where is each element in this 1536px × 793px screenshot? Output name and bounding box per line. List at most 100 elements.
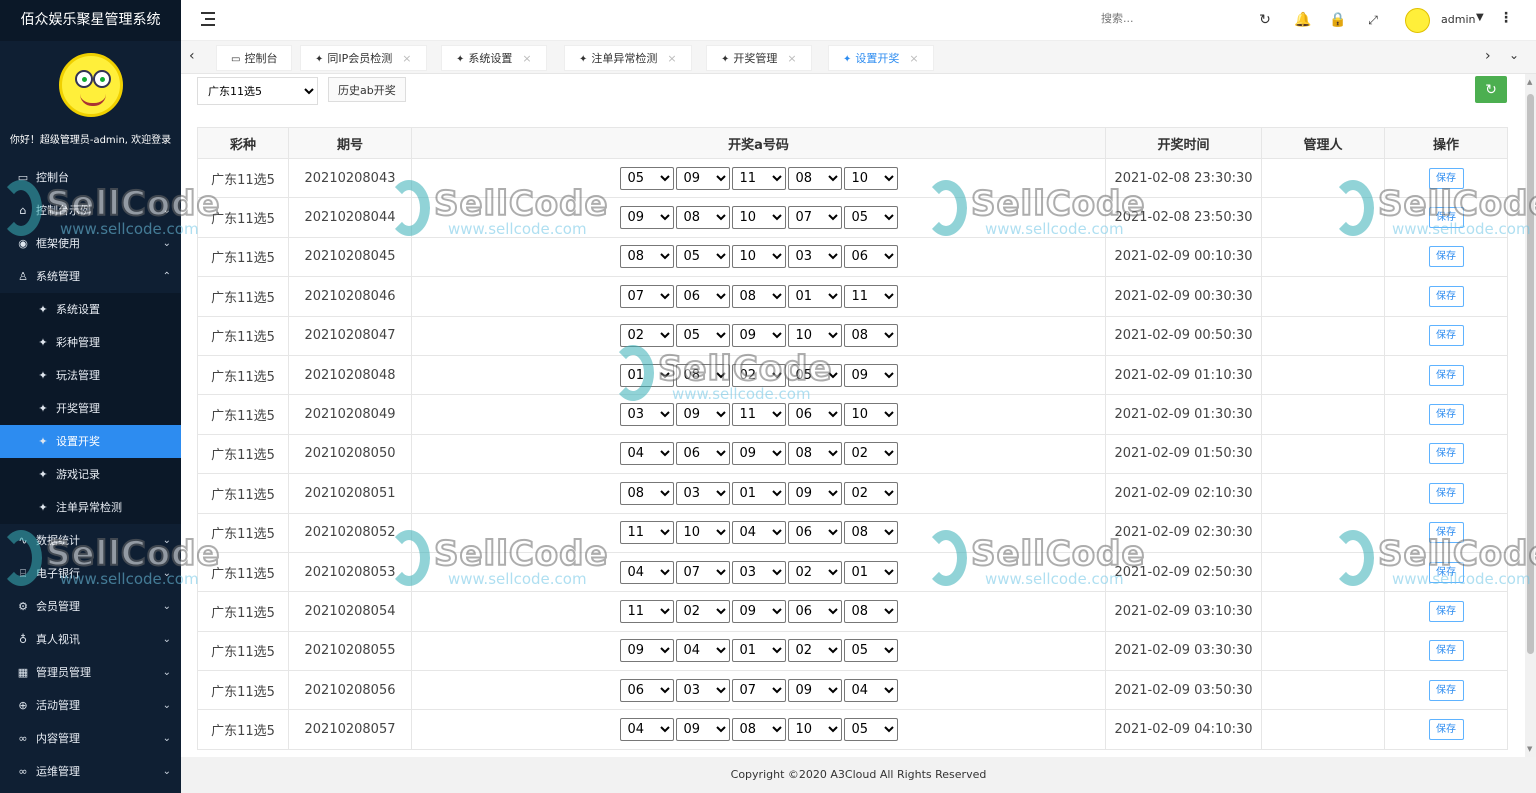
number-select[interactable]: 07 bbox=[731, 678, 786, 702]
tab[interactable]: ✦ 设置开奖 × bbox=[828, 45, 934, 71]
user-name[interactable]: admin bbox=[1441, 13, 1475, 26]
sidebar-item[interactable]: ∞ 内容管理 ⌄ bbox=[0, 722, 181, 755]
number-select[interactable]: 11 bbox=[731, 166, 786, 190]
number-select[interactable]: 05 bbox=[787, 363, 842, 387]
save-button[interactable]: 保存 bbox=[1428, 600, 1464, 622]
sidebar-item[interactable]: ⚙ 会员管理 ⌄ bbox=[0, 590, 181, 623]
number-select[interactable]: 03 bbox=[619, 403, 674, 427]
more-icon[interactable]: ⋮ bbox=[1499, 10, 1513, 26]
number-select[interactable]: 06 bbox=[787, 599, 842, 623]
sidebar-item[interactable]: ⌂ 控制台示例 ⌄ bbox=[0, 194, 181, 227]
number-select[interactable]: 02 bbox=[843, 442, 898, 466]
number-select[interactable]: 08 bbox=[843, 324, 898, 348]
number-select[interactable]: 08 bbox=[619, 245, 674, 269]
save-button[interactable]: 保存 bbox=[1428, 443, 1464, 465]
number-select[interactable]: 04 bbox=[619, 718, 674, 742]
save-button[interactable]: 保存 bbox=[1428, 522, 1464, 544]
avatar[interactable] bbox=[58, 53, 123, 117]
number-select[interactable]: 10 bbox=[843, 166, 898, 190]
number-select[interactable]: 01 bbox=[843, 560, 898, 584]
tab[interactable]: ✦ 系统设置 × bbox=[441, 45, 547, 71]
chevron-down-icon[interactable]: ⌄ bbox=[163, 227, 171, 260]
number-select[interactable]: 08 bbox=[843, 521, 898, 545]
number-select[interactable]: 01 bbox=[619, 363, 674, 387]
history-ab-button[interactable]: 历史ab开奖 bbox=[328, 77, 406, 102]
number-select[interactable]: 06 bbox=[675, 284, 730, 308]
number-select[interactable]: 09 bbox=[731, 324, 786, 348]
number-select[interactable]: 10 bbox=[731, 245, 786, 269]
sidebar-item[interactable]: ♙ 系统管理 ⌃ bbox=[0, 260, 181, 293]
number-select[interactable]: 06 bbox=[787, 521, 842, 545]
number-select[interactable]: 02 bbox=[619, 324, 674, 348]
vertical-scrollbar[interactable]: ▲ ▼ bbox=[1525, 74, 1536, 757]
number-select[interactable]: 05 bbox=[843, 639, 898, 663]
number-select[interactable]: 05 bbox=[675, 324, 730, 348]
save-button[interactable]: 保存 bbox=[1428, 207, 1464, 229]
number-select[interactable]: 01 bbox=[787, 284, 842, 308]
sidebar-item[interactable]: ✦ 彩种管理 bbox=[0, 326, 181, 359]
number-select[interactable]: 06 bbox=[843, 245, 898, 269]
number-select[interactable]: 01 bbox=[731, 481, 786, 505]
number-select[interactable]: 02 bbox=[787, 639, 842, 663]
close-icon[interactable]: × bbox=[522, 52, 531, 65]
number-select[interactable]: 03 bbox=[675, 481, 730, 505]
sidebar-item[interactable]: ♁ 真人视讯 ⌄ bbox=[0, 623, 181, 656]
number-select[interactable]: 01 bbox=[731, 639, 786, 663]
number-select[interactable]: 03 bbox=[675, 678, 730, 702]
sidebar-item[interactable]: ✦ 开奖管理 bbox=[0, 392, 181, 425]
number-select[interactable]: 10 bbox=[787, 324, 842, 348]
search-input[interactable] bbox=[1101, 12, 1201, 25]
save-button[interactable]: 保存 bbox=[1428, 364, 1464, 386]
number-select[interactable]: 09 bbox=[787, 481, 842, 505]
lock-icon[interactable]: 🔒 bbox=[1329, 11, 1347, 29]
sidebar-item[interactable]: ⌸ 电子银行 ⌄ bbox=[0, 557, 181, 590]
number-select[interactable]: 02 bbox=[843, 481, 898, 505]
number-select[interactable]: 08 bbox=[731, 718, 786, 742]
number-select[interactable]: 10 bbox=[675, 521, 730, 545]
sidebar-item[interactable]: ✦ 系统设置 bbox=[0, 293, 181, 326]
sidebar-item[interactable]: ▭ 控制台 bbox=[0, 161, 181, 194]
number-select[interactable]: 03 bbox=[731, 560, 786, 584]
number-select[interactable]: 07 bbox=[787, 206, 842, 230]
tab-prev-icon[interactable]: ‹ bbox=[189, 48, 195, 64]
number-select[interactable]: 09 bbox=[787, 678, 842, 702]
number-select[interactable]: 08 bbox=[619, 481, 674, 505]
number-select[interactable]: 11 bbox=[619, 521, 674, 545]
chevron-down-icon[interactable]: ⌄ bbox=[163, 623, 171, 656]
number-select[interactable]: 10 bbox=[787, 718, 842, 742]
number-select[interactable]: 04 bbox=[675, 639, 730, 663]
chevron-down-icon[interactable]: ⌄ bbox=[163, 656, 171, 689]
scroll-up-icon[interactable]: ▲ bbox=[1527, 78, 1532, 86]
save-button[interactable]: 保存 bbox=[1428, 167, 1464, 189]
number-select[interactable]: 08 bbox=[787, 442, 842, 466]
sidebar-item[interactable]: ✦ 注单异常检测 bbox=[0, 491, 181, 524]
bell-icon[interactable]: 🔔 bbox=[1294, 11, 1312, 29]
save-button[interactable]: 保存 bbox=[1428, 404, 1464, 426]
sidebar-item[interactable]: ⊕ 活动管理 ⌄ bbox=[0, 689, 181, 722]
save-button[interactable]: 保存 bbox=[1428, 246, 1464, 268]
number-select[interactable]: 06 bbox=[619, 678, 674, 702]
chevron-up-icon[interactable]: ⌃ bbox=[163, 260, 171, 293]
number-select[interactable]: 09 bbox=[675, 718, 730, 742]
number-select[interactable]: 03 bbox=[787, 245, 842, 269]
chevron-down-icon[interactable]: ⌄ bbox=[163, 590, 171, 623]
save-button[interactable]: 保存 bbox=[1428, 285, 1464, 307]
tab-next-icon[interactable]: › bbox=[1485, 48, 1491, 64]
chevron-down-icon[interactable]: ⌄ bbox=[163, 524, 171, 557]
number-select[interactable]: 04 bbox=[619, 442, 674, 466]
number-select[interactable]: 05 bbox=[619, 166, 674, 190]
number-select[interactable]: 08 bbox=[787, 166, 842, 190]
fullscreen-icon[interactable]: ⤢ bbox=[1364, 11, 1382, 29]
sidebar-item[interactable]: ◉ 框架使用 ⌄ bbox=[0, 227, 181, 260]
number-select[interactable]: 09 bbox=[675, 403, 730, 427]
sidebar-item[interactable]: ▦ 管理员管理 ⌄ bbox=[0, 656, 181, 689]
number-select[interactable]: 02 bbox=[675, 599, 730, 623]
number-select[interactable]: 05 bbox=[843, 718, 898, 742]
number-select[interactable]: 06 bbox=[675, 442, 730, 466]
number-select[interactable]: 09 bbox=[731, 442, 786, 466]
close-icon[interactable]: × bbox=[402, 52, 411, 65]
sidebar-item[interactable]: ✦ 玩法管理 bbox=[0, 359, 181, 392]
number-select[interactable]: 09 bbox=[619, 206, 674, 230]
number-select[interactable]: 02 bbox=[731, 363, 786, 387]
chevron-down-icon[interactable]: ⌄ bbox=[163, 755, 171, 788]
